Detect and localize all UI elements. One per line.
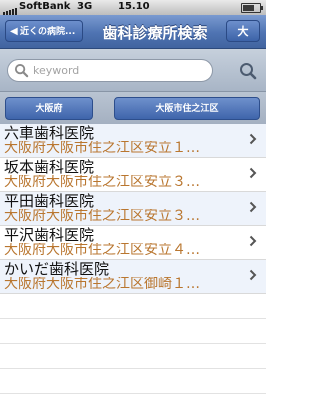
results-list: 六車歯科医院 大阪府大阪市住之江区安立１… 坂本歯科医院 大阪府大阪市住之江区安… — [0, 124, 266, 400]
chevron-right-icon — [249, 133, 257, 145]
list-item[interactable]: 平沢歯科医院 大阪府大阪市住之江区安立４… — [0, 226, 266, 260]
clinic-address: 大阪府大阪市住之江区御崎１… — [4, 277, 200, 292]
back-button[interactable]: ◀ 近くの病院... — [5, 20, 83, 42]
search-icon — [14, 63, 29, 78]
empty-row — [0, 294, 266, 319]
list-item[interactable]: かいだ歯科医院 大阪府大阪市住之江区御崎１… — [0, 260, 266, 294]
list-item[interactable]: 坂本歯科医院 大阪府大阪市住之江区安立３… — [0, 158, 266, 192]
clinic-address: 大阪府大阪市住之江区安立４… — [4, 243, 200, 258]
status-bar: SoftBank 3G 15.10 — [0, 0, 266, 15]
ward-filter-button[interactable]: 大阪市住之江区 — [114, 97, 260, 120]
search-input[interactable]: keyword — [7, 59, 213, 82]
chevron-right-icon — [249, 167, 257, 179]
empty-row — [0, 344, 266, 369]
page-title: 歯科診療所検索 — [102, 24, 208, 42]
navigation-bar: ◀ 近くの病院... 歯科診療所検索 大 — [0, 15, 266, 49]
list-item[interactable]: 平田歯科医院 大阪府大阪市住之江区安立３… — [0, 192, 266, 226]
search-submit-icon[interactable] — [239, 62, 257, 80]
font-size-button[interactable]: 大 — [226, 20, 260, 42]
list-item[interactable]: 六車歯科医院 大阪府大阪市住之江区安立１… — [0, 124, 266, 158]
empty-row — [0, 369, 266, 394]
chevron-right-icon — [249, 201, 257, 213]
clinic-name: 平田歯科医院 — [4, 192, 95, 210]
carrier-name: SoftBank — [19, 1, 71, 12]
clinic-name: 坂本歯科医院 — [4, 158, 95, 176]
filter-bar: 大阪府 大阪市住之江区 — [0, 92, 266, 125]
clinic-name: 平沢歯科医院 — [4, 226, 95, 244]
clinic-name: かいだ歯科医院 — [4, 260, 110, 278]
chevron-right-icon — [249, 235, 257, 247]
chevron-right-icon — [249, 269, 257, 281]
back-arrow-icon: ◀ — [10, 26, 18, 37]
clinic-address: 大阪府大阪市住之江区安立３… — [4, 175, 200, 190]
prefecture-filter-button[interactable]: 大阪府 — [5, 97, 93, 120]
signal-strength-icon — [3, 4, 18, 15]
search-placeholder: keyword — [33, 64, 80, 77]
search-bar: keyword — [0, 49, 266, 92]
clinic-address: 大阪府大阪市住之江区安立３… — [4, 209, 200, 224]
clinic-address: 大阪府大阪市住之江区安立１… — [4, 141, 200, 156]
battery-icon — [241, 3, 263, 13]
empty-row — [0, 319, 266, 344]
back-button-label: 近くの病院... — [20, 27, 76, 37]
clock: 15.10 — [118, 1, 150, 12]
clinic-name: 六車歯科医院 — [4, 124, 95, 142]
network-type: 3G — [77, 1, 93, 12]
